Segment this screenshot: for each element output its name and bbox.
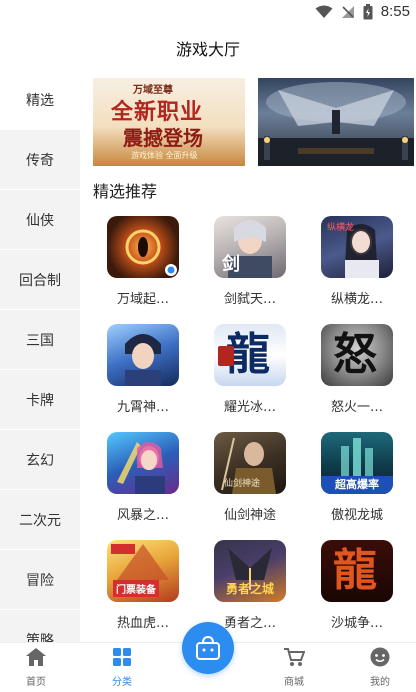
game-icon-text: 怒 [333, 329, 377, 380]
game-card[interactable]: 万域起… [93, 212, 183, 314]
category-sidebar: 精选 传奇 仙侠 回合制 三国 卡牌 玄幻 二次元 冒险 策略 [0, 70, 80, 642]
game-icon-text: 剑 [222, 254, 240, 275]
game-card[interactable]: 纵横龙 纵横龙… [307, 212, 397, 314]
sidebar-item-anime[interactable]: 二次元 [0, 490, 80, 550]
game-card[interactable]: 剑 剑弑天… [200, 212, 290, 314]
wifi-icon [315, 5, 333, 18]
red-seal-icon [218, 346, 234, 366]
sidebar-item-three-kingdoms[interactable]: 三国 [0, 310, 80, 370]
banner-angel-art[interactable] [258, 78, 414, 166]
shopping-bag-icon [196, 636, 220, 660]
game-icon: 纵横龙 [321, 216, 393, 278]
nav-category-label: 分类 [112, 677, 132, 688]
game-name: 沙城争… [330, 616, 383, 631]
page-title: 游戏大厅 [175, 40, 240, 59]
game-icon [107, 432, 179, 494]
banner-promo-new-class[interactable]: 万域至尊 全新职业 震撼登场 游戏体验 全面升级 [93, 78, 245, 166]
game-card[interactable]: 龍 耀光冰… [200, 320, 290, 422]
sidebar-item-turn-based[interactable]: 回合制 [0, 250, 80, 310]
nav-mall-label: 商城 [284, 677, 304, 688]
game-icon: 勇者之城 [214, 540, 286, 602]
nav-mall[interactable]: 商城 [264, 647, 324, 688]
sidebar-item-legend[interactable]: 传奇 [0, 130, 80, 190]
game-icon: 龍 [321, 540, 393, 602]
sidebar-item-featured[interactable]: 精选 [0, 70, 80, 130]
game-card[interactable]: 九霄神… [93, 320, 183, 422]
game-name: 纵横龙… [330, 292, 383, 307]
game-icon: 剑 [214, 216, 286, 278]
eye-emblem-icon [125, 229, 177, 276]
hero-portrait-icon [125, 334, 161, 386]
game-icon: 怒 [321, 324, 393, 386]
sidebar-item-card[interactable]: 卡牌 [0, 370, 80, 430]
game-card[interactable]: 风暴之… [93, 428, 183, 530]
nav-mine[interactable]: 我的 [350, 647, 410, 688]
game-icon-text: 勇者之城 [225, 582, 274, 596]
nav-home-label: 首页 [26, 677, 46, 688]
game-icon-text: 门票装备 [113, 580, 159, 597]
game-card[interactable]: 龍 沙城争… [307, 536, 397, 638]
game-icon: 门票装备 [107, 540, 179, 602]
game-icon-text: 龍 [333, 545, 377, 596]
nav-mine-label: 我的 [370, 677, 390, 688]
winged-figure-art [258, 82, 414, 166]
sidebar-item-strategy[interactable]: 策略 [0, 610, 80, 643]
sidebar-item-xianxia[interactable]: 仙侠 [0, 190, 80, 250]
game-card[interactable]: 仙剑神途 仙剑神途 [200, 428, 290, 530]
no-signal-icon [341, 5, 354, 18]
battery-icon [363, 3, 373, 19]
game-name: 耀光冰… [223, 400, 276, 415]
game-icon [107, 324, 179, 386]
game-card[interactable]: 门票装备 热血虎… [93, 536, 183, 638]
game-name: 仙剑神途 [223, 508, 276, 523]
game-name: 怒火一… [330, 400, 383, 415]
grid-icon [113, 648, 131, 666]
game-card[interactable]: 超高爆率 傲视龙城 [307, 428, 397, 530]
sidebar-item-fantasy[interactable]: 玄幻 [0, 430, 80, 490]
game-icon-text: 超高爆率 [321, 476, 393, 494]
game-icon: 龍 [214, 324, 286, 386]
warrior-girl-icon [117, 442, 165, 494]
game-icon: 超高爆率 [321, 432, 393, 494]
game-name: 剑弑天… [223, 292, 276, 307]
clock: 8:55 [380, 3, 410, 20]
banner-carousel: 万域至尊 全新职业 震撼登场 游戏体验 全面升级 [93, 78, 416, 166]
sidebar-item-adventure[interactable]: 冒险 [0, 550, 80, 610]
banner-tagline: 游戏体验 全面升级 [131, 151, 198, 160]
game-bag-button[interactable] [182, 622, 234, 674]
game-name: 万域起… [116, 292, 169, 307]
game-card[interactable]: 怒 怒火一… [307, 320, 397, 422]
game-name: 傲视龙城 [330, 508, 383, 523]
user-icon [370, 647, 390, 667]
nav-category[interactable]: 分类 [92, 647, 152, 688]
game-name: 风暴之… [116, 508, 169, 523]
game-icon-text: 纵横龙 [327, 223, 355, 233]
game-name: 热血虎… [116, 616, 169, 631]
nav-home[interactable]: 首页 [6, 647, 66, 688]
game-icon [107, 216, 179, 278]
banner-headline-2: 震撼登场 [123, 126, 203, 150]
home-icon [26, 648, 46, 666]
status-bar: 8:55 [0, 0, 416, 24]
game-icon-text: 仙剑神途 [224, 479, 261, 489]
section-title: 精选推荐 [93, 182, 158, 201]
status-icons: 8:55 [315, 3, 410, 20]
game-name: 九霄神… [116, 400, 169, 415]
cart-icon [284, 648, 306, 666]
game-icon: 仙剑神途 [214, 432, 286, 494]
